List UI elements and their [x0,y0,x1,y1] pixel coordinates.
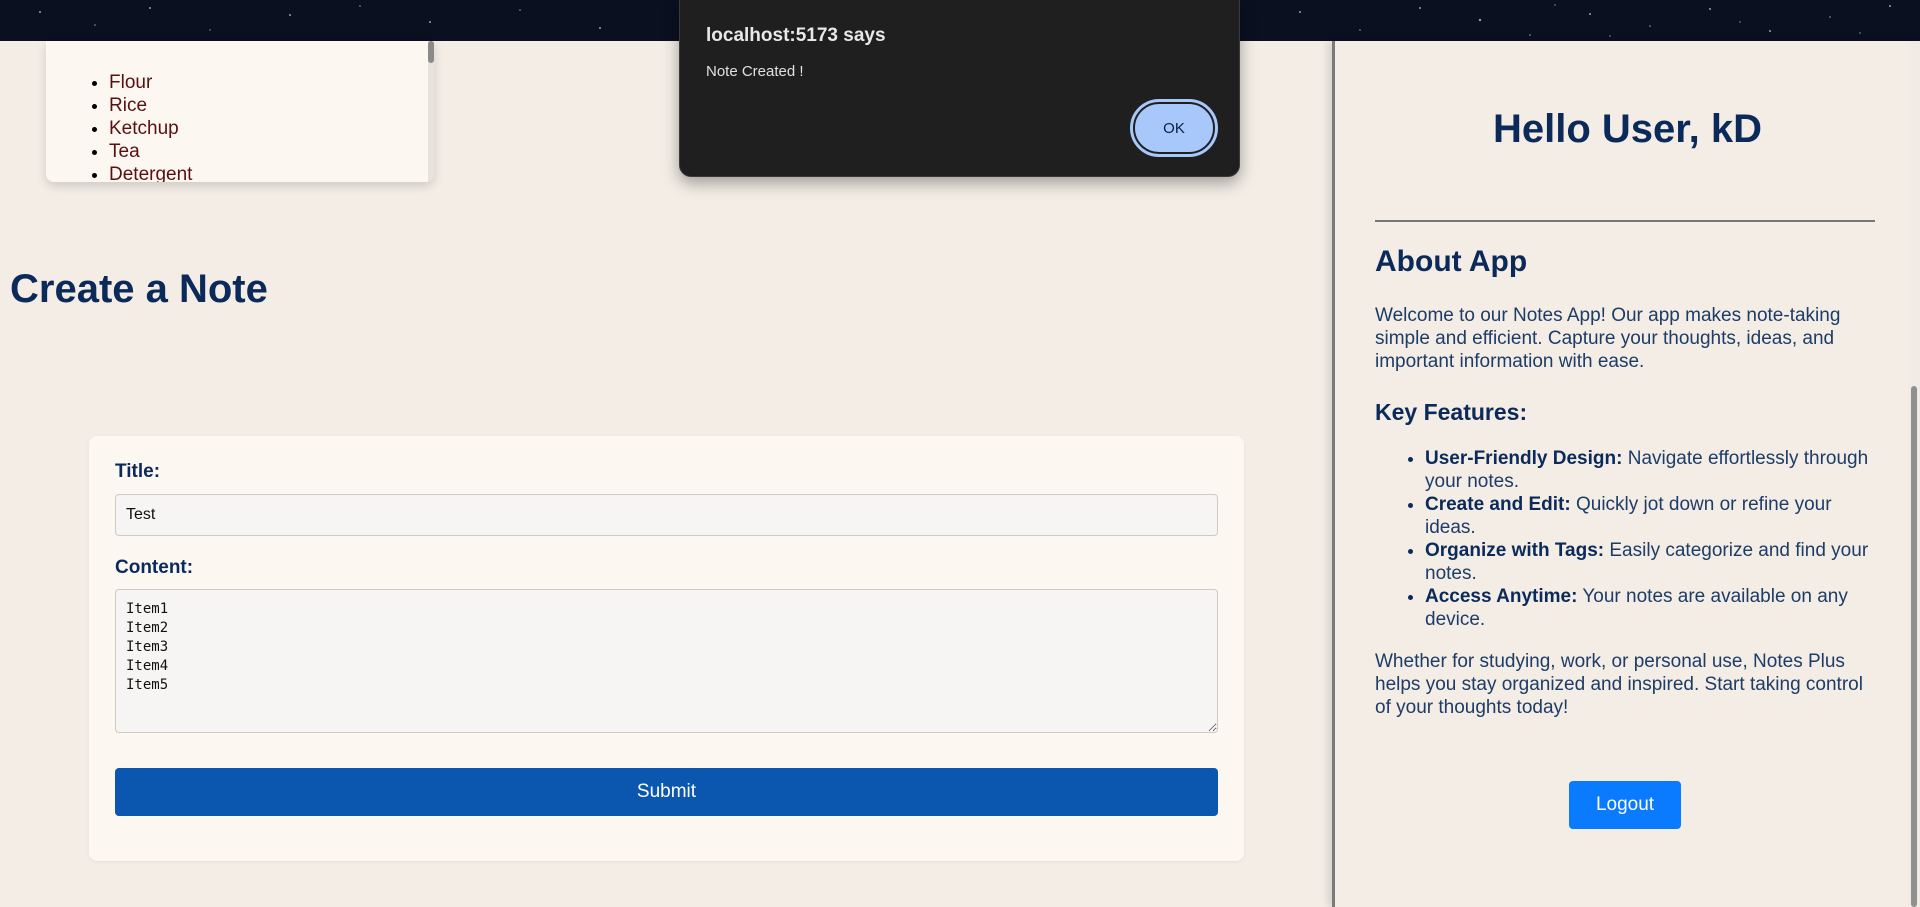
scrollbar-thumb[interactable] [1911,386,1917,907]
alert-origin: localhost:5173 says [706,25,886,46]
page-title: Create a Note [10,267,268,311]
title-input[interactable] [115,494,1218,536]
feature-item: User-Friendly Design: Navigate effortles… [1425,447,1875,493]
content-textarea[interactable]: Item1 Item2 Item3 Item4 Item5 [115,589,1218,733]
user-greeting: Hello User, kD [1492,107,1762,151]
list-item: Ketchup [109,117,434,140]
note-card: Flour Rice Ketchup Tea Detergent [46,41,434,182]
feature-item: Organize with Tags: Easily categorize an… [1425,539,1875,585]
features-heading: Key Features: [1375,399,1528,425]
ok-button[interactable]: OK [1130,99,1218,157]
feature-item: Create and Edit: Quickly jot down or ref… [1425,493,1875,539]
features-list: User-Friendly Design: Navigate effortles… [1375,447,1875,631]
create-note-form: Title: Content: Item1 Item2 Item3 Item4 … [89,436,1244,861]
scrollbar-thumb[interactable] [428,41,434,63]
about-text: Welcome to our Notes App! Our app makes … [1375,305,1841,372]
feature-title: Create and Edit: [1425,494,1571,515]
note-items-list: Flour Rice Ketchup Tea Detergent [46,41,434,182]
title-label: Title: [115,461,161,482]
alert-message: Note Created ! [706,63,804,80]
closing-text: Whether for studying, work, or personal … [1375,651,1863,718]
divider [1375,220,1875,222]
note-card-scrollbar[interactable] [428,41,434,182]
feature-title: Access Anytime: [1425,586,1578,607]
list-item: Tea [109,140,434,163]
feature-title: User-Friendly Design: [1425,448,1623,469]
list-item: Flour [109,71,434,94]
logout-button[interactable]: Logout [1569,781,1681,829]
about-heading: About App [1375,245,1528,278]
sidebar: Hello User, kD About App Welcome to our … [1332,41,1920,907]
sidebar-scrollbar[interactable] [1908,41,1920,907]
content-label: Content: [115,557,194,578]
alert-dialog: localhost:5173 says Note Created ! OK [679,0,1240,177]
list-item: Rice [109,94,434,117]
list-item: Detergent [109,163,434,182]
feature-item: Access Anytime: Your notes are available… [1425,585,1875,631]
feature-title: Organize with Tags: [1425,540,1605,561]
submit-button[interactable]: Submit [115,768,1218,816]
